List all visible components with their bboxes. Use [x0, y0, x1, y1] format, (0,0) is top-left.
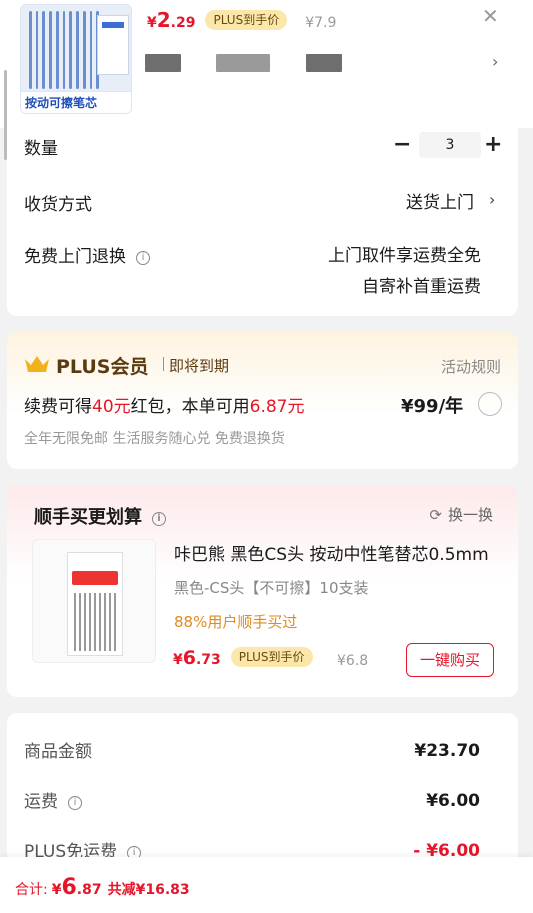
product-thumbnail[interactable]: 按动可擦笔芯	[20, 4, 132, 114]
pen-refill-illustration	[29, 11, 100, 91]
quantity-increase-button[interactable]: +	[484, 132, 502, 157]
divider	[163, 357, 164, 371]
free-return-label: 免费上门退换 i	[24, 242, 150, 267]
addon-plus-price: ¥6.73 PLUS到手价	[173, 647, 313, 670]
addon-recommendation-card: 顺手买更划算 i ⟳ 换一换 咔巴熊 黑色CS头 按动中性笔替芯0.5mm 黑色-C…	[7, 485, 518, 697]
product-header: 按动可擦笔芯 ¥2.29 PLUS到手价 ¥7.9 ✕ ›	[0, 0, 533, 160]
renewal-text-a: 续费可得	[24, 397, 92, 417]
addon-title-text: 顺手买更划算	[34, 507, 142, 528]
price-integer: 6	[182, 647, 196, 669]
return-pickup-note: 上门取件享运费全免	[328, 246, 481, 266]
renewal-amount: 40元	[92, 397, 131, 417]
goods-amount-label: 商品金额	[24, 742, 92, 762]
usable-amount: 6.87元	[249, 397, 305, 417]
addon-original-price: ¥6.8	[337, 653, 369, 669]
renewal-offer-text: 续费可得40元红包，本单可用6.87元	[24, 392, 305, 417]
price-row: ¥2.29 PLUS到手价 ¥7.9	[147, 8, 336, 32]
thumbnail-caption: 按动可擦笔芯	[21, 91, 131, 113]
refresh-label: 换一换	[447, 506, 493, 524]
plus-price-tag: PLUS到手价	[205, 10, 288, 30]
total-currency: ¥	[51, 882, 62, 898]
total-savings: 共减¥16.83	[107, 882, 190, 898]
chevron-right-icon[interactable]: ›	[492, 52, 498, 71]
plus-perks: 全年无限免邮 生活服务随心兑 免费退换货	[24, 431, 285, 447]
freight-value: ¥6.00	[426, 791, 480, 811]
checkout-bar: 合计: ¥6.87 共减¥16.83	[0, 857, 533, 913]
package-illustration	[67, 552, 123, 656]
plus-price: ¥2.29	[147, 8, 195, 32]
total-decimal: .87	[76, 882, 102, 898]
shipping-method-value[interactable]: 送货上门	[406, 188, 474, 213]
price-currency: ¥	[173, 652, 183, 668]
plus-select-radio[interactable]	[478, 392, 502, 416]
quantity-input[interactable]: 3	[419, 132, 481, 158]
total-label: 合计:	[15, 882, 48, 898]
close-icon[interactable]: ✕	[482, 4, 499, 28]
addon-purchase-stat: 88%用户顺手买过	[174, 613, 298, 631]
price-currency: ¥	[147, 15, 157, 31]
shipping-method-label: 收货方式	[24, 195, 92, 215]
options-card: 数量 − 3 + 收货方式 送货上门 › 免费上门退换 i 上门取件享运费全免 自…	[7, 128, 518, 316]
plus-status: 即将到期	[169, 357, 230, 375]
one-click-buy-button[interactable]: 一键购买	[406, 643, 494, 677]
plus-membership-card: PLUS会员 即将到期 活动规则 续费可得40元红包，本单可用6.87元 ¥99…	[7, 332, 518, 469]
quantity-label: 数量	[24, 139, 58, 159]
crown-icon	[25, 356, 49, 372]
activity-rules-link[interactable]: 活动规则	[441, 356, 501, 377]
original-price: ¥7.9	[305, 15, 337, 31]
price-integer: 2	[156, 8, 171, 32]
addon-product-spec: 黑色-CS头【不可擦】10支装	[174, 579, 369, 597]
price-decimal: .73	[195, 652, 221, 668]
package-illustration	[97, 15, 129, 75]
return-self-ship-note: 自寄补首重运费	[362, 277, 481, 297]
info-icon[interactable]: i	[136, 251, 150, 265]
order-total: 合计: ¥6.87 共减¥16.83	[15, 875, 190, 900]
info-icon[interactable]: i	[68, 796, 82, 810]
refresh-button[interactable]: ⟳ 换一换	[429, 504, 493, 525]
quantity-decrease-button[interactable]: −	[393, 132, 411, 157]
renewal-text-b: 红包，本单可用	[130, 397, 250, 417]
refresh-icon: ⟳	[429, 506, 442, 524]
goods-amount-value: ¥23.70	[414, 741, 480, 761]
addon-title: 顺手买更划算 i	[34, 503, 166, 529]
addon-product-image[interactable]	[32, 539, 156, 663]
addon-product-name[interactable]: 咔巴熊 黑色CS头 按动中性笔替芯0.5mm	[174, 540, 502, 565]
plus-annual-price: ¥99/年	[401, 396, 464, 417]
info-icon[interactable]: i	[152, 512, 166, 526]
free-return-text: 免费上门退换	[24, 247, 126, 267]
freight-label: 运费 i	[24, 787, 82, 812]
chevron-right-icon[interactable]: ›	[489, 190, 495, 209]
plus-price-tag: PLUS到手价	[230, 647, 313, 667]
total-integer: 6	[61, 875, 77, 900]
price-decimal: .29	[170, 15, 196, 31]
freight-label-text: 运费	[24, 792, 58, 812]
plus-title: PLUS会员	[56, 356, 149, 378]
